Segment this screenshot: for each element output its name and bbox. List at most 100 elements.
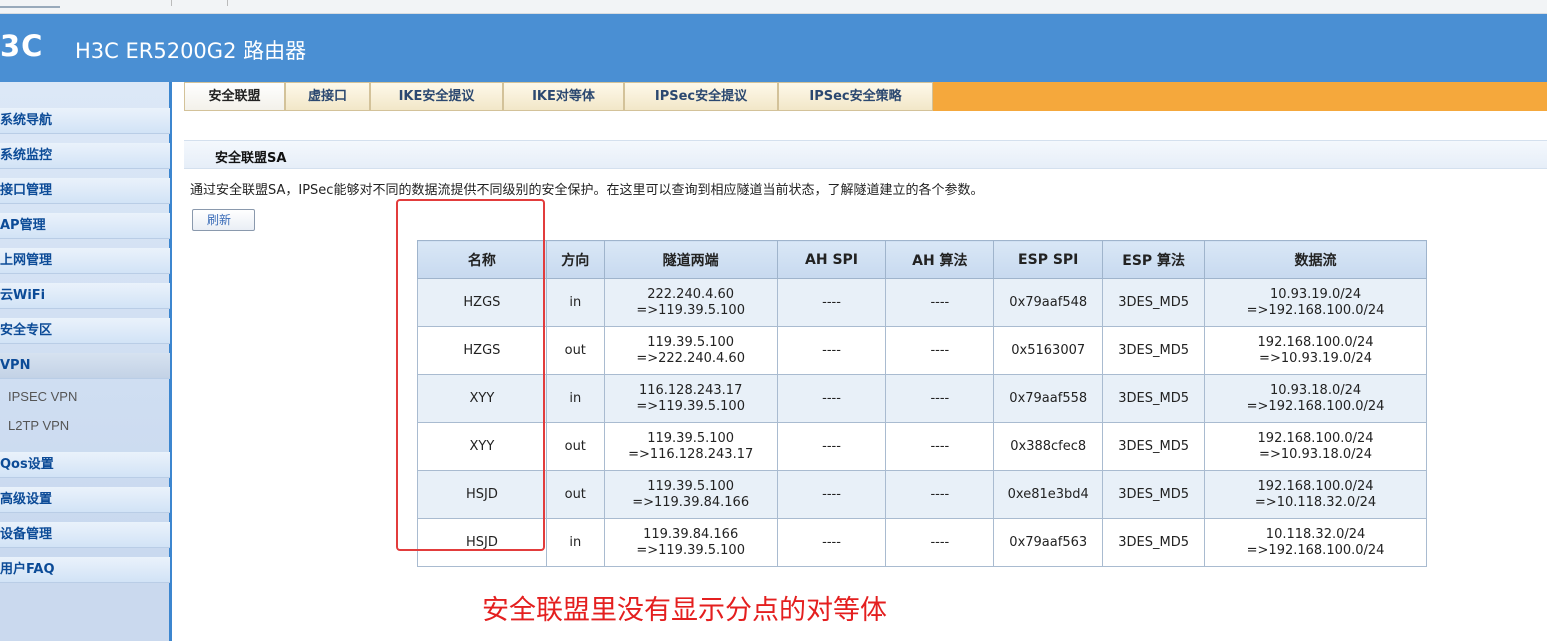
cell-ah-alg: ---- [885, 278, 995, 327]
section-header: 安全联盟SA [184, 140, 1547, 169]
cell-tunnel: 119.39.5.100 =>116.128.243.17 [603, 422, 778, 471]
col-header-direction: 方向 [545, 240, 605, 279]
col-header-esp-spi: ESP SPI [993, 240, 1104, 279]
flow-dest: =>10.93.19.0/24 [1259, 350, 1373, 366]
cell-tunnel: 119.39.5.100 =>119.39.84.166 [603, 470, 778, 519]
sidebar-item-internet[interactable]: 上网管理 [0, 248, 170, 274]
cell-ah-spi: ---- [776, 422, 887, 471]
sidebar-item-faq[interactable]: 用户FAQ [0, 557, 170, 583]
sidebar-subitem-l2tp-vpn[interactable]: L2TP VPN [8, 417, 69, 435]
sidebar-nav: 系统导航 系统监控 接口管理 AP管理 上网管理 云WiFi 安全专区 VPN … [0, 82, 172, 641]
sidebar-item-system-nav[interactable]: 系统导航 [0, 108, 170, 134]
browser-separator [227, 0, 228, 6]
annotation-note: 安全联盟里没有显示分点的对等体 [482, 595, 887, 626]
cell-esp-spi: 0xe81e3bd4 [993, 470, 1104, 519]
sidebar-item-advanced[interactable]: 高级设置 [0, 487, 170, 513]
cell-ah-alg: ---- [885, 422, 995, 471]
app-header: 3C H3C ER5200G2 路由器 [0, 14, 1547, 82]
table-row: HZGS out 119.39.5.100 =>222.240.4.60 ----… [417, 326, 1427, 375]
tab-bar: 安全联盟 虚接口 IKE安全提议 IKE对等体 IPSec安全提议 IPSec安… [184, 82, 1547, 111]
cell-ah-alg: ---- [885, 470, 995, 519]
flow-dest: =>192.168.100.0/24 [1246, 302, 1385, 318]
cell-esp-spi: 0x79aaf558 [993, 374, 1104, 423]
cell-name: HSJD [417, 518, 547, 567]
cell-flow: 10.93.19.0/24 =>192.168.100.0/24 [1204, 278, 1427, 327]
cell-ah-spi: ---- [776, 374, 887, 423]
sidebar-item-vpn[interactable]: VPN [0, 353, 170, 379]
cell-ah-spi: ---- [776, 326, 887, 375]
tunnel-local: 116.128.243.17 [638, 382, 743, 398]
cell-ah-spi: ---- [776, 518, 887, 567]
flow-source: 10.118.32.0/24 [1265, 526, 1366, 542]
tunnel-local: 119.39.5.100 [647, 334, 735, 350]
browser-top-strip [0, 0, 1547, 14]
sidebar-item-qos[interactable]: Qos设置 [0, 452, 170, 478]
tab-security-association[interactable]: 安全联盟 [184, 82, 285, 111]
browser-separator [171, 0, 172, 6]
tunnel-remote: =>119.39.5.100 [636, 542, 745, 558]
flow-source: 192.168.100.0/24 [1257, 430, 1374, 446]
cell-name: HZGS [417, 326, 547, 375]
cell-esp-spi: 0x79aaf563 [993, 518, 1104, 567]
tunnel-local: 119.39.84.166 [643, 526, 739, 542]
tunnel-remote: =>119.39.5.100 [636, 398, 745, 414]
cell-name: HSJD [417, 470, 547, 519]
flow-dest: =>10.118.32.0/24 [1254, 494, 1377, 510]
tab-ipsec-proposal[interactable]: IPSec安全提议 [624, 82, 778, 111]
flow-dest: =>192.168.100.0/24 [1246, 398, 1385, 414]
cell-flow: 192.168.100.0/24 =>10.93.18.0/24 [1204, 422, 1427, 471]
table-header-row: 名称 方向 隧道两端 AH SPI AH 算法 ESP SPI ESP 算法 数… [417, 240, 1427, 279]
sidebar-subitem-ipsec-vpn[interactable]: IPSEC VPN [8, 388, 77, 406]
cell-esp-spi: 0x79aaf548 [993, 278, 1104, 327]
section-title: 安全联盟SA [215, 151, 287, 166]
tunnel-remote: =>119.39.5.100 [636, 302, 745, 318]
cell-direction: in [545, 278, 605, 327]
table-row: XYY in 116.128.243.17 =>119.39.5.100 ----… [417, 374, 1427, 423]
tunnel-remote: =>119.39.84.166 [632, 494, 750, 510]
cell-direction: in [545, 374, 605, 423]
col-header-esp-alg: ESP 算法 [1102, 240, 1206, 279]
refresh-button[interactable]: 刷新 [192, 209, 255, 231]
tunnel-local: 222.240.4.60 [647, 286, 735, 302]
flow-source: 10.93.19.0/24 [1269, 286, 1362, 302]
brand-logo: 3C [0, 29, 44, 63]
col-header-ah-spi: AH SPI [776, 240, 887, 279]
cell-flow: 192.168.100.0/24 =>10.118.32.0/24 [1204, 470, 1427, 519]
browser-tab-edge [0, 0, 60, 8]
cell-ah-alg: ---- [885, 518, 995, 567]
cell-esp-alg: 3DES_MD5 [1102, 374, 1206, 423]
table-row: HSJD out 119.39.5.100 =>119.39.84.166 ---… [417, 470, 1427, 519]
flow-dest: =>10.93.18.0/24 [1259, 446, 1373, 462]
sidebar-item-cloud-wifi[interactable]: 云WiFi [0, 283, 170, 309]
cell-tunnel: 119.39.5.100 =>222.240.4.60 [603, 326, 778, 375]
cell-direction: out [545, 470, 605, 519]
cell-esp-alg: 3DES_MD5 [1102, 518, 1206, 567]
sidebar-item-interface[interactable]: 接口管理 [0, 178, 170, 204]
cell-tunnel: 222.240.4.60 =>119.39.5.100 [603, 278, 778, 327]
tab-ike-proposal[interactable]: IKE安全提议 [370, 82, 503, 111]
cell-name: XYY [417, 374, 547, 423]
cell-esp-spi: 0x5163007 [993, 326, 1104, 375]
cell-direction: out [545, 326, 605, 375]
sidebar-item-device[interactable]: 设备管理 [0, 522, 170, 548]
col-header-ah-alg: AH 算法 [885, 240, 995, 279]
router-admin-page: 3C H3C ER5200G2 路由器 系统导航 系统监控 接口管理 AP管理 … [0, 0, 1547, 641]
flow-source: 10.93.18.0/24 [1269, 382, 1362, 398]
tunnel-remote: =>222.240.4.60 [636, 350, 745, 366]
tab-virtual-interface[interactable]: 虚接口 [285, 82, 370, 111]
sidebar-item-system-monitor[interactable]: 系统监控 [0, 143, 170, 169]
tab-ike-peer[interactable]: IKE对等体 [503, 82, 624, 111]
sidebar-item-security[interactable]: 安全专区 [0, 318, 170, 344]
cell-esp-alg: 3DES_MD5 [1102, 278, 1206, 327]
flow-source: 192.168.100.0/24 [1257, 334, 1374, 350]
cell-flow: 192.168.100.0/24 =>10.93.19.0/24 [1204, 326, 1427, 375]
cell-esp-spi: 0x388cfec8 [993, 422, 1104, 471]
flow-dest: =>192.168.100.0/24 [1246, 542, 1385, 558]
cell-flow: 10.93.18.0/24 =>192.168.100.0/24 [1204, 374, 1427, 423]
col-header-tunnel: 隧道两端 [603, 240, 778, 279]
tab-ipsec-policy[interactable]: IPSec安全策略 [778, 82, 933, 111]
sidebar-item-ap[interactable]: AP管理 [0, 213, 170, 239]
col-header-flow: 数据流 [1204, 240, 1427, 279]
tunnel-local: 119.39.5.100 [647, 478, 735, 494]
cell-name: HZGS [417, 278, 547, 327]
